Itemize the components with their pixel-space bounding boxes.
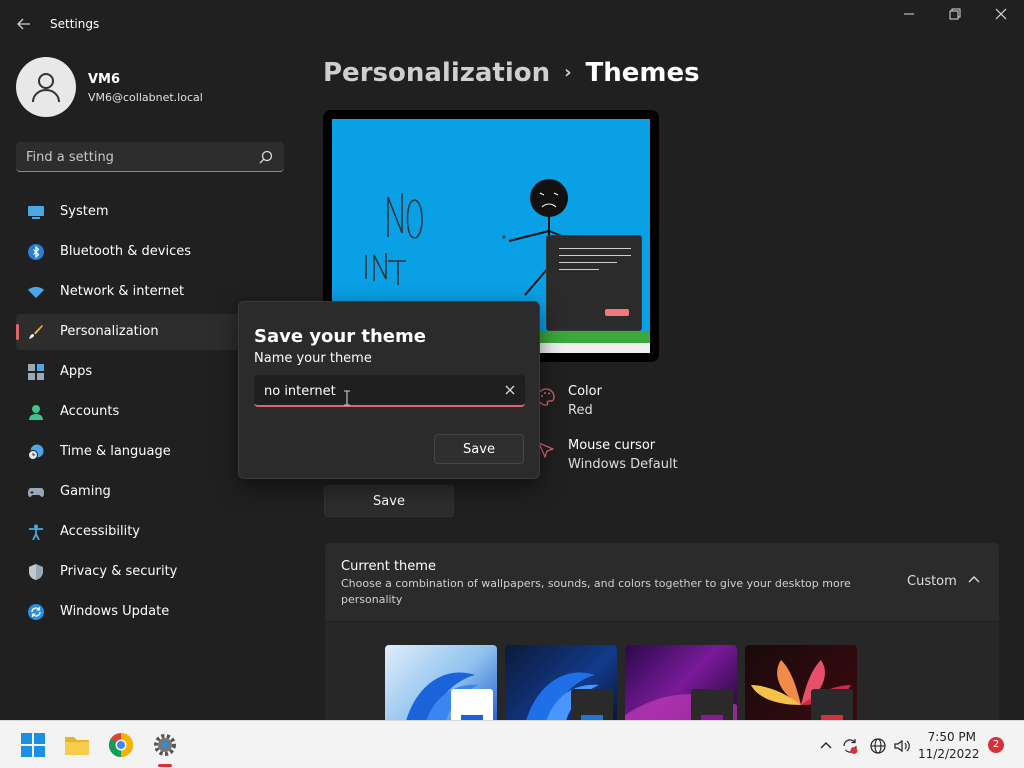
update-icon [28,604,44,620]
sidebar-item-label: Gaming [60,484,111,499]
breadcrumb: Personalization › Themes [323,58,700,88]
person-avatar-icon [32,73,60,103]
sidebar-item-bluetooth[interactable]: Bluetooth & devices [16,234,286,270]
current-theme-value: Custom [907,574,957,589]
brush-icon [29,325,43,339]
chrome-icon[interactable] [107,731,135,759]
preview-accent-button [605,309,629,316]
current-theme-title: Current theme [341,559,436,574]
sidebar-item-label: Accounts [60,404,120,419]
sidebar-item-label: Accessibility [60,524,140,539]
mouse-cursor-value: Windows Default [568,457,678,472]
close-icon [995,8,1007,20]
theme-name-field[interactable] [254,375,525,407]
sidebar-item-label: Bluetooth & devices [60,244,191,259]
color-value: Red [568,403,593,418]
sidebar-item-label: Windows Update [60,604,170,619]
notification-badge[interactable]: 2 [988,737,1004,753]
chevron-up-icon[interactable] [965,571,983,589]
user-email: VM6@collabnet.local [88,91,203,104]
dialog-save-button[interactable]: Save [434,434,524,464]
breadcrumb-separator: › [564,62,572,83]
theme-thumbnail[interactable] [625,645,737,725]
monitor-icon [28,206,44,219]
search-input[interactable] [26,147,246,167]
gamepad-icon [28,488,44,497]
sync-error-icon[interactable] [841,737,859,755]
sidebar-item-label: Apps [60,364,93,379]
active-app-indicator [158,764,172,767]
sidebar-item-label: Time & language [60,444,171,459]
dialog-title: Save your theme [254,326,426,347]
person-icon [29,405,43,420]
themes-gallery [325,622,999,725]
wifi-icon [28,287,44,298]
clock-globe-icon [28,444,44,460]
minimize-button[interactable] [886,4,932,32]
save-theme-button[interactable]: Save [324,485,454,517]
sidebar-item-windows-update[interactable]: Windows Update [16,594,286,630]
search-icon[interactable] [258,149,274,165]
volume-icon[interactable] [893,737,911,755]
theme-thumbnail[interactable] [385,645,497,725]
text-cursor-icon [344,390,350,406]
settings-gear-icon[interactable] [151,731,179,759]
current-theme-card[interactable]: Current theme Choose a combination of wa… [325,543,999,621]
restore-icon [949,8,961,20]
back-button[interactable] [10,12,38,36]
page-title: Themes [585,58,700,88]
sidebar-item-system[interactable]: System [16,194,286,230]
globe-network-icon[interactable] [869,737,887,755]
taskbar: 7:50 PM 11/2/2022 2 [0,720,1024,768]
apps-icon [28,364,44,380]
sidebar-item-label: Privacy & security [60,564,178,579]
clock-date[interactable]: 11/2/2022 [918,747,980,761]
sidebar-item-label: Network & internet [60,284,185,299]
back-arrow-icon [17,18,30,30]
clock-time[interactable]: 7:50 PM [918,730,976,744]
title-bar: Settings [0,0,1024,40]
dialog-label: Name your theme [254,351,372,366]
app-title: Settings [50,17,100,31]
color-title[interactable]: Color [568,384,602,399]
sidebar-item-accessibility[interactable]: Accessibility [16,514,286,550]
preview-mini-window [546,235,642,331]
clear-icon[interactable] [503,383,517,397]
save-theme-dialog: Save your theme Name your theme Save [238,301,540,479]
avatar[interactable] [16,57,76,117]
close-button[interactable] [978,4,1024,32]
user-name: VM6 [88,72,121,87]
sidebar-item-gaming[interactable]: Gaming [16,474,286,510]
mouse-cursor-title[interactable]: Mouse cursor [568,438,655,453]
sidebar-item-label: Personalization [60,324,159,339]
file-explorer-icon[interactable] [63,731,91,759]
theme-thumbnail[interactable] [745,645,857,725]
theme-name-input[interactable] [264,381,494,401]
shield-icon [29,564,43,580]
chevron-up-icon[interactable] [817,737,835,755]
bluetooth-icon [28,244,44,260]
current-theme-description: Choose a combination of wallpapers, soun… [341,577,851,606]
sidebar-item-label: System [60,204,109,219]
breadcrumb-parent[interactable]: Personalization [323,58,550,88]
sidebar-item-privacy-security[interactable]: Privacy & security [16,554,286,590]
theme-thumbnail[interactable] [505,645,617,725]
restore-button[interactable] [932,4,978,32]
search-box[interactable] [16,142,284,172]
accessibility-icon [29,524,43,540]
minimize-icon [904,13,914,15]
windows-start-icon[interactable] [19,731,47,759]
